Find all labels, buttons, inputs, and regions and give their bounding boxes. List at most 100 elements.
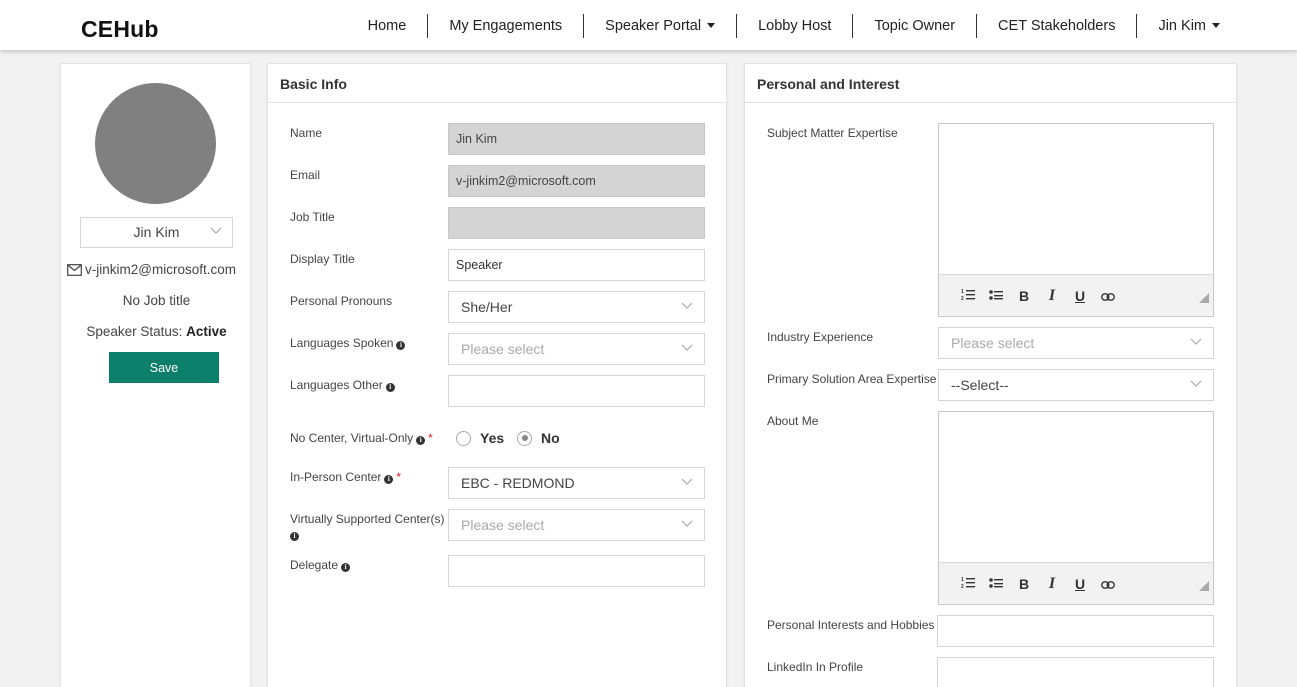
profile-name-value: Jin Kim (133, 224, 180, 240)
no-center-label: No Center, Virtual-Only i * (290, 431, 433, 446)
info-icon[interactable]: i (290, 532, 299, 541)
in-person-center-label: In-Person Center i * (290, 470, 401, 485)
info-icon[interactable]: i (396, 341, 406, 350)
email-label: Email (290, 168, 321, 182)
underline-icon[interactable]: U (1066, 576, 1094, 592)
nav-home[interactable]: Home (347, 14, 428, 38)
email-field[interactable]: v-jinkim2@microsoft.com (448, 165, 705, 197)
sme-editor[interactable]: 12 B I U (938, 123, 1214, 317)
info-icon[interactable]: i (416, 436, 426, 445)
no-center-label-text: No Center, Virtual-Only (290, 431, 414, 445)
italic-icon[interactable]: I (1038, 287, 1066, 305)
linkedin-label: LinkedIn In Profile (767, 660, 864, 674)
italic-icon[interactable]: I (1038, 575, 1066, 593)
ordered-list-icon[interactable]: 12 (954, 288, 982, 304)
radio-no-label: No (541, 430, 560, 446)
resize-handle-icon[interactable] (1199, 293, 1209, 303)
info-icon[interactable]: i (341, 563, 351, 572)
pronouns-select[interactable]: She/Her (448, 291, 705, 323)
nav-topic-owner[interactable]: Topic Owner (852, 14, 976, 38)
nav-lobby-host[interactable]: Lobby Host (736, 14, 852, 38)
virtual-centers-select[interactable]: Please select (448, 509, 705, 541)
bullet-list-icon[interactable] (982, 288, 1010, 304)
basic-info-header: Basic Info (268, 64, 726, 103)
industry-select[interactable]: Please select (938, 327, 1214, 359)
radio-no[interactable]: No (517, 430, 560, 446)
envelope-icon (67, 263, 82, 276)
languages-other-label-text: Languages Other (290, 378, 383, 392)
brand-logo[interactable]: CEHub (81, 16, 159, 43)
basic-info-card: Basic Info Name Jin Kim Email v-jinkim2@… (267, 63, 727, 687)
sme-editor-toolbar: 12 B I U (939, 274, 1213, 316)
profile-card: Jin Kim v-jinkim2@microsoft.com No Job t… (60, 63, 251, 687)
save-button[interactable]: Save (109, 352, 219, 383)
nav-speaker-portal[interactable]: Speaker Portal (583, 14, 736, 38)
speaker-status: Speaker Status: Active (61, 324, 252, 339)
nav-my-engagements[interactable]: My Engagements (427, 14, 583, 38)
svg-text:2: 2 (961, 584, 964, 589)
delegate-label: Delegate i (290, 558, 351, 573)
link-icon[interactable] (1094, 576, 1122, 592)
sme-label: Subject Matter Expertise (767, 126, 898, 140)
radio-no-circle[interactable] (517, 430, 532, 446)
main-nav: Home My Engagements Speaker Portal Lobby… (347, 14, 1240, 38)
info-icon[interactable]: i (384, 475, 394, 484)
bold-icon[interactable]: B (1010, 576, 1038, 592)
virtual-centers-label: Virtually Supported Center(s) i (290, 512, 448, 542)
radio-yes-circle[interactable] (456, 430, 471, 446)
in-person-center-label-text: In-Person Center (290, 470, 382, 484)
profile-name-select[interactable]: Jin Kim (80, 217, 233, 248)
info-icon[interactable]: i (385, 383, 395, 392)
languages-select[interactable]: Please select (448, 333, 705, 365)
nav-user-menu[interactable]: Jin Kim (1136, 14, 1240, 38)
linkedin-field[interactable] (937, 657, 1214, 687)
pronouns-value: She/Her (461, 299, 513, 315)
delegate-label-text: Delegate (290, 558, 339, 572)
personal-interest-header: Personal and Interest (745, 64, 1236, 103)
chevron-down-icon (1190, 338, 1202, 345)
nav-topic-owner-label: Topic Owner (874, 18, 956, 34)
languages-label-text: Languages Spoken (290, 336, 394, 350)
pronouns-label: Personal Pronouns (290, 294, 393, 308)
bold-icon[interactable]: B (1010, 288, 1038, 304)
about-me-editor-toolbar: 12 B I U (939, 562, 1213, 604)
industry-label: Industry Experience (767, 330, 874, 344)
primary-area-select[interactable]: --Select-- (938, 369, 1214, 401)
ordered-list-icon[interactable]: 12 (954, 576, 982, 592)
underline-icon[interactable]: U (1066, 288, 1094, 304)
name-field[interactable]: Jin Kim (448, 123, 705, 155)
languages-other-field[interactable] (448, 375, 705, 407)
profile-email: v-jinkim2@microsoft.com (67, 262, 247, 277)
job-title-field[interactable] (448, 207, 705, 239)
about-me-label: About Me (767, 414, 819, 428)
display-title-field[interactable]: Speaker (448, 249, 705, 281)
display-title-label: Display Title (290, 252, 355, 266)
radio-yes[interactable]: Yes (456, 430, 504, 446)
virtual-centers-label-text: Virtually Supported Center(s) (290, 512, 445, 526)
svg-text:1: 1 (961, 577, 964, 583)
languages-other-label: Languages Other i (290, 378, 395, 393)
about-me-editor[interactable]: 12 B I U (938, 411, 1214, 605)
nav-cet-stakeholders[interactable]: CET Stakeholders (976, 14, 1136, 38)
speaker-status-value: Active (186, 324, 227, 339)
nav-user-menu-label: Jin Kim (1158, 18, 1206, 34)
profile-job-title: No Job title (122, 293, 191, 308)
nav-cet-stakeholders-label: CET Stakeholders (998, 18, 1116, 34)
link-icon[interactable] (1094, 288, 1122, 304)
bullet-list-icon[interactable] (982, 576, 1010, 592)
nav-speaker-portal-label: Speaker Portal (605, 18, 702, 34)
hobbies-field[interactable] (937, 615, 1214, 647)
resize-handle-icon[interactable] (1199, 581, 1209, 591)
avatar[interactable] (95, 83, 216, 204)
primary-area-value: --Select-- (951, 377, 1009, 393)
nav-my-engagements-label: My Engagements (449, 18, 563, 34)
in-person-center-select[interactable]: EBC - REDMOND (448, 467, 705, 499)
required-marker: * (428, 431, 433, 445)
caret-down-icon (707, 23, 716, 28)
top-nav-bar: CEHub Home My Engagements Speaker Portal… (0, 0, 1297, 50)
name-label: Name (290, 126, 323, 140)
chevron-down-icon (681, 302, 693, 309)
svg-text:2: 2 (961, 296, 964, 301)
nav-lobby-host-label: Lobby Host (758, 18, 832, 34)
delegate-field[interactable] (448, 555, 705, 587)
